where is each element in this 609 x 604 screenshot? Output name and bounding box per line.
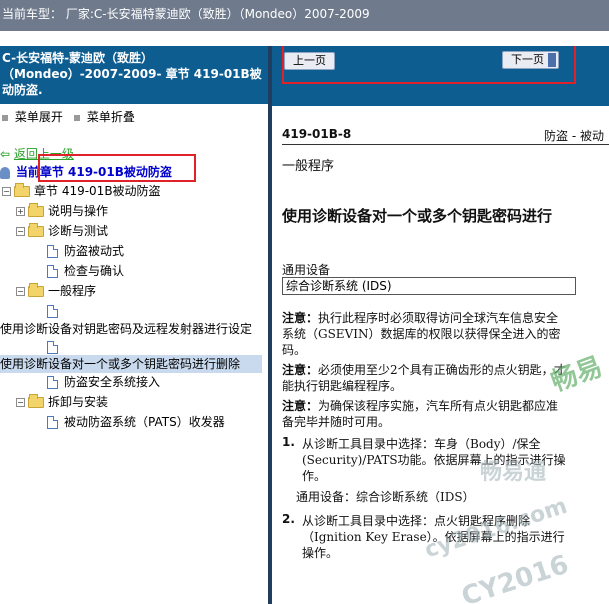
document-icon	[47, 416, 58, 429]
chapter-header: C-长安福特-蒙迪欧（致胜） （Mondeo）-2007-2009- 章节 41…	[0, 46, 269, 104]
tree-node-anti-theft-passive[interactable]: 防盗被动式	[47, 242, 124, 260]
collapse-toggle-icon[interactable]: −	[16, 227, 25, 236]
tree-node-label: 拆卸与安装	[48, 395, 109, 409]
content-pane: 上一页 下一页 419-01B-8 防盗 - 被动 一般程序 使用诊断设备对一个…	[272, 46, 609, 604]
tree-node-label: 检查与确认	[64, 264, 125, 278]
tree-node-removal-installation[interactable]: − 拆卸与安装	[16, 393, 108, 411]
tree-node-description[interactable]: + 说明与操作	[16, 202, 108, 220]
folder-icon	[28, 203, 44, 217]
folder-open-icon	[28, 283, 44, 297]
window-title-bar: 当前车型： 厂家:C-长安福特蒙迪欧（致胜）（Mondeo）2007-2009	[0, 0, 609, 31]
expand-icon	[2, 114, 8, 121]
note-3: 注意：为确保该程序实施，汽车所有点火钥匙都应准	[282, 397, 558, 414]
document-icon	[47, 245, 58, 258]
step-2-number: 2.	[282, 512, 295, 526]
user-icon	[0, 166, 10, 179]
note-1-line-3: 码。	[282, 343, 307, 357]
section-code: 419-01B-8	[282, 127, 352, 141]
collapse-toggle-icon[interactable]: −	[16, 287, 25, 296]
note-2-line-1: 必须使用至少2个具有正确齿形的点火钥匙，才	[318, 363, 566, 377]
tree-node-label: 使用诊断设备对钥匙密码及远程发射器进行设定	[0, 322, 253, 336]
highlight-box-nav	[282, 46, 576, 84]
expand-menu-label: 菜单展开	[14, 110, 63, 124]
tree-node-key-erase[interactable]: 使用诊断设备对一个或多个钥匙密码进行删除	[0, 355, 262, 373]
vehicle-value: 厂家:C-长安福特蒙迪欧（致胜）（Mondeo）2007-2009	[65, 7, 370, 21]
tree-node-label: 说明与操作	[48, 204, 109, 218]
header-divider	[282, 144, 609, 145]
folder-open-icon	[28, 394, 44, 408]
tree-node-label: 使用诊断设备对一个或多个钥匙密码进行删除	[0, 357, 241, 371]
note-3-label: 注意：	[282, 399, 319, 413]
highlight-box-current-chapter	[38, 154, 196, 182]
tree-node-key-programming[interactable]: 使用诊断设备对钥匙密码及远程发射器进行设定	[0, 320, 252, 338]
note-2-label: 注意：	[282, 363, 319, 377]
watermark-4: CY2016	[458, 549, 573, 604]
page-nav-bar: 上一页 下一页	[272, 46, 609, 106]
tree-node-pats-transceiver[interactable]: 被动防盗系统（PATS）收发器	[47, 413, 225, 431]
step-2-line-1: 从诊断工具目录中选择：点火钥匙程序删除	[302, 514, 531, 528]
menu-controls: 菜单展开 菜单折叠	[0, 108, 269, 126]
tree-node-security-access[interactable]: 防盗安全系统接入	[47, 373, 160, 391]
chapter-header-line-3: 动防盗.	[2, 83, 43, 97]
document-icon	[47, 341, 58, 354]
section-title: 防盗 - 被动	[544, 129, 604, 143]
folder-open-icon	[14, 183, 30, 197]
note-3-line-2: 备完毕并随时可用。	[282, 415, 391, 429]
tree-node-chapter[interactable]: − 章节 419-01B被动防盗	[2, 182, 161, 200]
note-1-line-2: 系统（GSEVIN）数据库的权限以获得保全进入的密	[282, 327, 561, 341]
tree-node-general-procedures[interactable]: − 一般程序	[16, 282, 96, 300]
chapter-header-line-2: （Mondeo）-2007-2009- 章节 419-01B被	[2, 67, 262, 81]
tree-node-label: 被动防盗系统（PATS）收发器	[64, 415, 225, 429]
folder-open-icon	[28, 223, 44, 237]
tree-node-label: 一般程序	[48, 284, 97, 298]
note-2-line-2: 能执行钥匙编程程序。	[282, 379, 403, 393]
tree-node-label: 诊断与测试	[48, 224, 109, 238]
tree-node-diagnosis[interactable]: − 诊断与测试	[16, 222, 108, 240]
tree-node-label: 防盗被动式	[64, 244, 125, 258]
step-2-line-2: （Ignition Key Erase）。依据屏幕上的指示进行	[302, 530, 565, 544]
step-1-line-1: 从诊断工具目录中选择：车身（Body）/保全	[302, 437, 541, 451]
tree-node-doc-icon	[47, 302, 64, 320]
expand-menu-button[interactable]: 菜单展开	[2, 108, 63, 125]
tree-node-label: 防盗安全系统接入	[64, 375, 161, 389]
expand-toggle-icon[interactable]: +	[16, 207, 25, 216]
collapse-menu-button[interactable]: 菜单折叠	[74, 108, 135, 125]
equipment-item: 综合诊断系统 (IDS)	[282, 277, 576, 295]
note-2: 注意：必须使用至少2个具有正确齿形的点火钥匙，才	[282, 361, 566, 378]
document-icon	[47, 305, 58, 318]
procedure-category: 一般程序	[282, 159, 335, 174]
sidebar: C-长安福特-蒙迪欧（致胜） （Mondeo）-2007-2009- 章节 41…	[0, 46, 269, 604]
step-2-line-3: 操作。	[302, 546, 339, 560]
note-1-label: 注意：	[282, 311, 319, 325]
tree-node-label: 章节 419-01B被动防盗	[34, 184, 161, 198]
collapse-toggle-icon[interactable]: −	[16, 398, 25, 407]
back-arrow-icon: ⇦	[0, 147, 11, 161]
document-icon	[47, 376, 58, 389]
collapse-icon	[74, 114, 80, 121]
step-1-number: 1.	[282, 435, 295, 449]
note-3-line-1: 为确保该程序实施，汽车所有点火钥匙都应准	[318, 399, 559, 413]
note-1: 注意：执行此程序时必须取得访问全球汽车信息安全	[282, 309, 558, 326]
step-1-line-3: 作。	[302, 469, 327, 483]
document-icon	[47, 265, 58, 278]
procedure-title: 使用诊断设备对一个或多个钥匙密码进行	[282, 207, 553, 225]
equipment-heading: 通用设备	[282, 263, 331, 277]
tree-node-doc-icon	[47, 338, 64, 356]
note-1-line-1: 执行此程序时必须取得访问全球汽车信息安全	[318, 311, 559, 325]
collapse-menu-label: 菜单折叠	[86, 110, 135, 124]
chapter-header-line-1: C-长安福特-蒙迪欧（致胜）	[2, 51, 154, 65]
collapse-toggle-icon[interactable]: −	[2, 187, 11, 196]
tree-node-inspection[interactable]: 检查与确认	[47, 262, 124, 280]
step-1-line-2: (Security)/PATS功能。依据屏幕上的指示进行操	[302, 453, 566, 467]
step-1-equipment: 通用设备：综合诊断系统（IDS）	[296, 490, 475, 504]
vehicle-label: 当前车型：	[2, 7, 63, 21]
